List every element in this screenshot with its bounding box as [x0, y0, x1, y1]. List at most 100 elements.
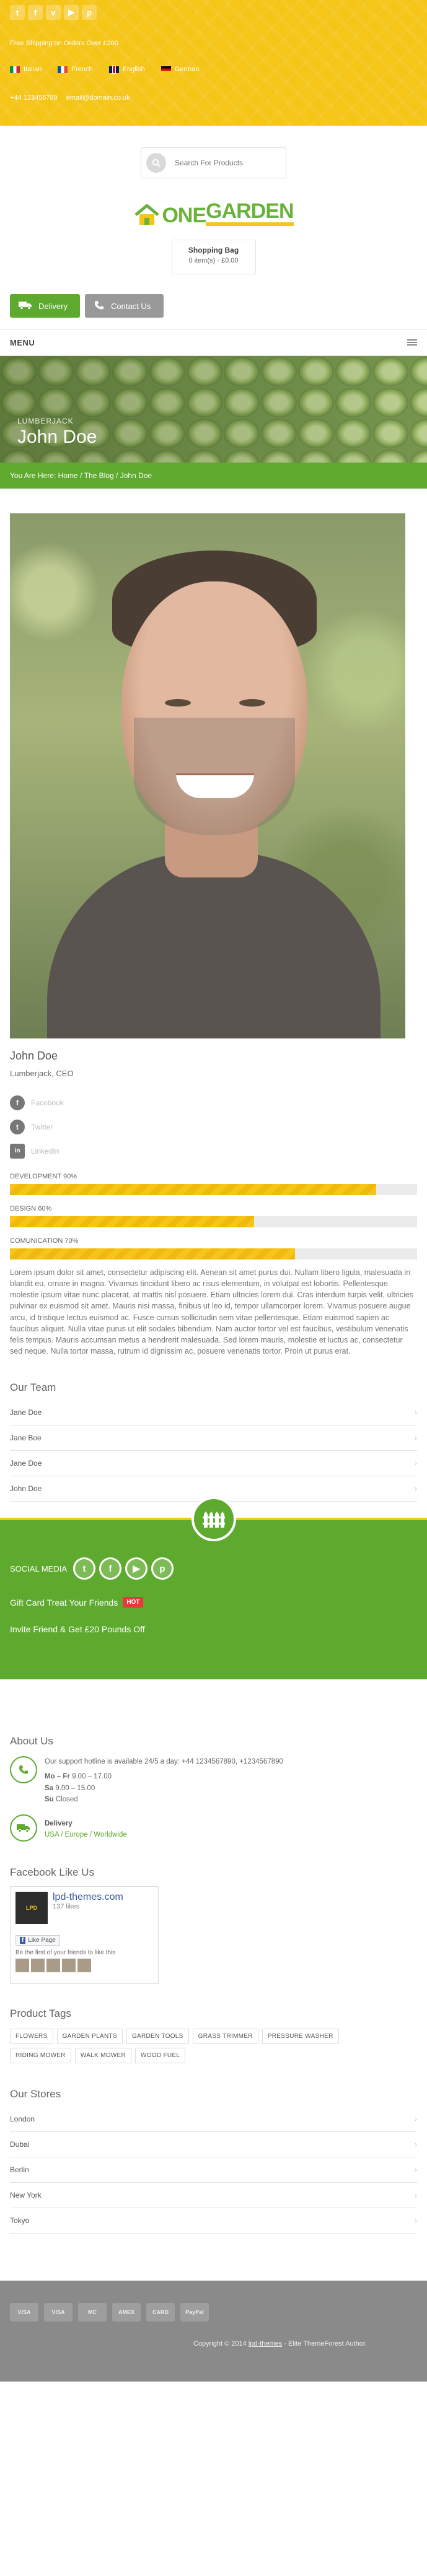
phone-icon: [94, 300, 105, 313]
twitter-icon[interactable]: t: [10, 5, 25, 20]
store-item[interactable]: Tokyo ›: [10, 2208, 417, 2234]
facebook-page-name[interactable]: lpd-themes.com: [53, 1892, 123, 1902]
store-name: New York: [10, 2190, 42, 2200]
twitter-icon[interactable]: t: [10, 1119, 25, 1134]
breadcrumb-prefix: You Are Here:: [10, 471, 56, 480]
hero-subtitle: LUMBERJACK: [17, 417, 74, 425]
tag[interactable]: PRESSURE WASHER: [262, 2028, 339, 2044]
youtube-icon[interactable]: ▶: [125, 1557, 147, 1580]
team-member[interactable]: Jane Doe ›: [10, 1451, 417, 1476]
social-row-linkedin: in LinkedIn: [10, 1139, 427, 1163]
breadcrumb-home[interactable]: Home: [58, 471, 78, 480]
facebook-link[interactable]: Facebook: [31, 1099, 64, 1107]
team-member-name: Jane Doe: [10, 1408, 42, 1417]
copyright-text: Copyright © 2014: [193, 2339, 247, 2348]
profile-social-links: f Facebook t Twitter in LinkedIn: [10, 1090, 427, 1163]
facebook-likes: 137 likes: [53, 1902, 80, 1910]
language-label: German: [174, 66, 200, 73]
page-logo: LPD: [15, 1891, 48, 1924]
store-name: Tokyo: [10, 2216, 30, 2225]
fence-icon: [191, 1497, 236, 1541]
linkedin-link[interactable]: LinkedIn: [31, 1147, 59, 1155]
linkedin-icon[interactable]: in: [10, 1143, 25, 1159]
stores-list: London › Dubai › Berlin › New York › Tokyo ›: [10, 2107, 417, 2234]
team-member-name: Jane Doe: [10, 1459, 42, 1468]
avatar: [31, 1958, 45, 1972]
tag[interactable]: FLOWERS: [10, 2028, 53, 2044]
chevron-right-icon: ›: [415, 2216, 417, 2225]
youtube-icon[interactable]: ▶: [64, 5, 79, 20]
facebook-title: Facebook Like Us: [10, 1866, 95, 1878]
page-title: John Doe: [17, 427, 97, 447]
tag[interactable]: WOOD FUEL: [135, 2047, 186, 2063]
pinterest-icon[interactable]: p: [151, 1557, 174, 1580]
language-label: Italian: [24, 66, 42, 73]
top-social-icons: t f v ▶ p: [10, 5, 417, 20]
store-item[interactable]: New York ›: [10, 2183, 417, 2208]
about-title: About Us: [10, 1735, 53, 1747]
search-input[interactable]: [175, 159, 274, 167]
tag[interactable]: WALK MOWER: [74, 2047, 132, 2063]
tag[interactable]: GARDEN TOOLS: [126, 2028, 189, 2044]
gift-card-link[interactable]: Gift Card Treat Your Friends HOT: [10, 1597, 144, 1608]
breadcrumb-separator: /: [116, 471, 118, 480]
delivery-button[interactable]: Delivery: [10, 294, 80, 318]
language-german[interactable]: German: [161, 66, 200, 73]
avatar: [62, 1958, 76, 1972]
facebook-icon[interactable]: f: [10, 1095, 25, 1110]
facebook-icon: f: [20, 1936, 26, 1944]
shopping-bag[interactable]: Shopping Bag 0 item(s) - £0.00: [171, 240, 256, 274]
hamburger-icon[interactable]: [407, 339, 417, 346]
store-item[interactable]: Berlin ›: [10, 2157, 417, 2183]
uk-flag-icon: [108, 66, 119, 73]
language-italian[interactable]: Italian: [10, 66, 42, 73]
cart-summary: 0 item(s) - £0.00: [188, 257, 239, 264]
store-name: Berlin: [10, 2165, 29, 2174]
tag[interactable]: GRASS TRIMMER: [192, 2028, 258, 2044]
social-row-twitter: t Twitter: [10, 1115, 427, 1139]
site-logo[interactable]: ONE GARDEN: [133, 201, 294, 227]
contact-us-button[interactable]: Contact Us: [85, 294, 164, 318]
tag[interactable]: GARDEN PLANTS: [56, 2028, 123, 2044]
twitter-link[interactable]: Twitter: [31, 1123, 53, 1131]
language-english[interactable]: English: [108, 66, 145, 73]
about-section: About Us Our support hotline is availabl…: [0, 1679, 427, 1842]
hours-day: Su: [45, 1796, 54, 1804]
store-item[interactable]: London ›: [10, 2107, 417, 2132]
skill-track: [10, 1216, 417, 1227]
copyright-link[interactable]: lpd-themes: [249, 2340, 282, 2348]
gift-card-text: Gift Card Treat Your Friends: [10, 1597, 118, 1608]
logo-text-one: ONE: [162, 203, 206, 227]
skill-bar: DEVELOPMENT 90%: [10, 1173, 417, 1195]
skill-bar: DESIGN 60%: [10, 1205, 417, 1227]
top-email-link[interactable]: email@domain.co.uk: [66, 94, 130, 102]
amex-icon: AMEX: [112, 2302, 141, 2321]
logo-row: ONE GARDEN: [0, 186, 427, 240]
avatar: [46, 1958, 60, 1972]
store-item[interactable]: Dubai ›: [10, 2132, 417, 2157]
team-member[interactable]: Jane Doe ›: [10, 1400, 417, 1425]
facebook-icon[interactable]: f: [99, 1557, 121, 1580]
menu-bar[interactable]: MENU: [0, 329, 427, 356]
person-name: John Doe: [10, 1050, 58, 1062]
payment-icons: VISA VISA MC AMEX CARD PayPal: [10, 2302, 209, 2321]
menu-label: MENU: [10, 337, 35, 347]
like-page-button[interactable]: f Like Page: [15, 1934, 60, 1946]
team-member[interactable]: Jane Boe ›: [10, 1425, 417, 1451]
avatar: [77, 1958, 91, 1972]
stores-title: Our Stores: [10, 2087, 61, 2100]
delivery-regions[interactable]: USA / Europe / Worldwide: [45, 1831, 127, 1838]
skill-track: [10, 1184, 417, 1195]
tag[interactable]: RIDING MOWER: [10, 2047, 71, 2063]
search-icon[interactable]: [146, 153, 166, 173]
hot-badge: HOT: [123, 1597, 144, 1608]
facebook-icon[interactable]: f: [28, 5, 43, 20]
language-french[interactable]: French: [58, 66, 93, 73]
header-buttons: Delivery Contact Us: [10, 294, 427, 318]
twitter-icon[interactable]: t: [73, 1557, 95, 1580]
pinterest-icon[interactable]: p: [82, 5, 97, 20]
invite-friend-link[interactable]: Invite Friend & Get £20 Pounds Off: [10, 1624, 145, 1634]
breadcrumb-blog[interactable]: The Blog: [84, 471, 114, 480]
vimeo-icon[interactable]: v: [46, 5, 61, 20]
mastercard-icon: MC: [78, 2302, 107, 2321]
